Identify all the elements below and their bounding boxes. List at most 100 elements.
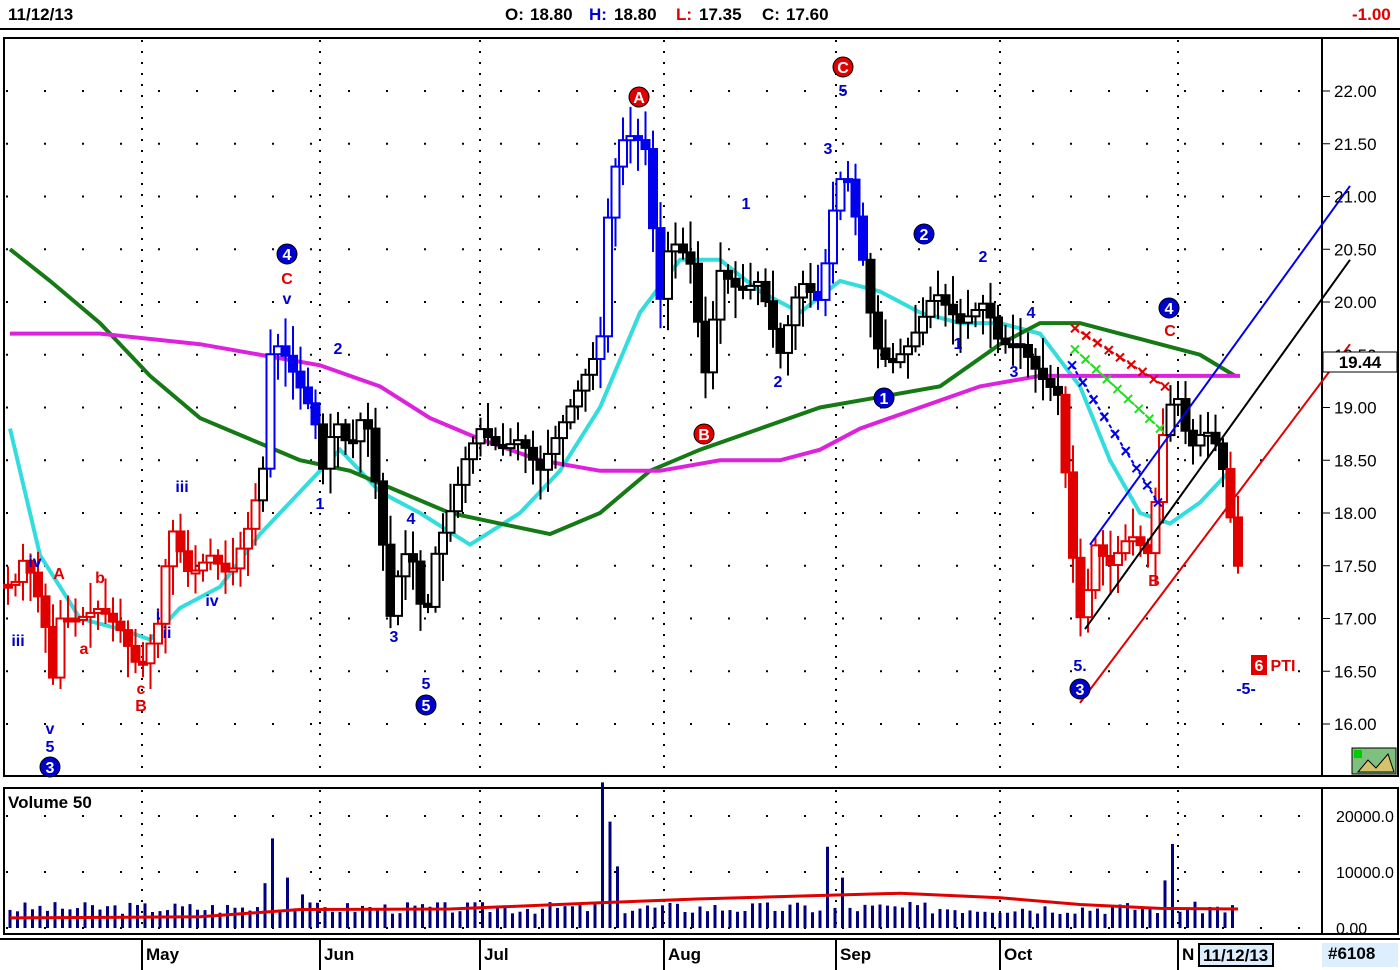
candle-body	[378, 480, 388, 546]
projection-marker	[1067, 360, 1077, 371]
wave-label: 3	[824, 141, 833, 158]
candle-body	[678, 243, 688, 254]
month-tick	[999, 940, 1001, 970]
candle-body	[760, 280, 771, 303]
candle-body	[1030, 355, 1041, 370]
candle-body	[438, 531, 448, 555]
candle-body	[1045, 378, 1056, 388]
month-tick	[663, 940, 665, 970]
candle-body	[310, 402, 321, 426]
month-label: N	[1182, 945, 1195, 964]
wave-label: 2	[334, 341, 343, 358]
candle-body	[288, 354, 298, 373]
candle-body	[33, 571, 43, 598]
candle-body	[235, 547, 246, 570]
candle-body	[993, 316, 1003, 340]
month-tick	[835, 940, 837, 970]
wave-label: 4	[407, 511, 416, 528]
candle-body	[490, 436, 501, 446]
candle-body	[295, 370, 306, 389]
projection-marker	[1099, 412, 1109, 422]
candle-body	[303, 386, 313, 405]
projection-marker	[1115, 352, 1125, 363]
candle-body	[1038, 367, 1048, 381]
projection-marker	[1144, 414, 1155, 424]
candle-body	[558, 421, 568, 440]
candle-body	[858, 215, 868, 261]
projection-marker	[1092, 338, 1103, 348]
wave-label: 1	[316, 496, 325, 513]
projection-marker	[1081, 330, 1091, 341]
candle-body	[183, 550, 193, 573]
month-label: Jul	[484, 945, 509, 964]
wave-label: v	[283, 291, 292, 308]
wave-label: 6	[1255, 658, 1264, 675]
projection-marker	[1080, 354, 1091, 365]
projection-marker	[1078, 377, 1088, 388]
candle-body	[820, 262, 831, 301]
candle-body	[1120, 540, 1131, 555]
candle-body	[108, 612, 118, 623]
projection-marker	[1134, 404, 1144, 414]
y-tick-label: 20.50	[1334, 240, 1377, 259]
current-date-box: 11/12/13	[1198, 943, 1274, 967]
volume-tick-label: 20000.0	[1336, 809, 1394, 826]
candle-body	[768, 300, 778, 330]
wave-label: b	[95, 570, 105, 587]
candle-body	[790, 296, 801, 327]
wave-label: 2	[774, 374, 783, 391]
wave-label: C	[281, 271, 293, 288]
projection-marker	[1112, 384, 1123, 394]
candle-body	[370, 427, 381, 483]
projection-marker	[1126, 359, 1136, 370]
candle-body	[468, 442, 478, 461]
candle-body	[265, 353, 276, 470]
wave-label: 1	[880, 391, 889, 408]
wave-label: i	[156, 607, 160, 624]
projection-marker	[1121, 446, 1131, 456]
candle-body	[573, 389, 583, 408]
wave-label: 4	[283, 247, 292, 264]
wave-label: 2	[920, 227, 929, 244]
wave-label: 5.	[1073, 658, 1086, 675]
candle-body	[250, 499, 261, 530]
candle-body	[880, 347, 891, 360]
projection-marker	[1070, 323, 1080, 334]
y-tick-label: 16.00	[1334, 715, 1377, 734]
wave-label: iv	[205, 593, 218, 610]
candle-body	[1060, 393, 1071, 474]
candle-body	[483, 428, 493, 439]
candle-body	[580, 373, 591, 392]
candle-body	[648, 148, 658, 230]
candle-body	[40, 595, 51, 628]
wave-label: 3	[390, 629, 399, 646]
wave-label: ii	[163, 625, 172, 642]
candle-body	[693, 262, 703, 323]
candle-body	[258, 467, 268, 502]
symbol-id-box: #6108	[1322, 943, 1398, 967]
candle-body	[948, 303, 958, 316]
wave-label: 5	[422, 698, 431, 715]
wave-label: v	[46, 721, 55, 738]
symbol-id: #6108	[1328, 944, 1376, 963]
candle-body	[910, 331, 921, 348]
candle-body	[520, 439, 531, 449]
candle-body	[940, 294, 951, 306]
y-tick-label: 18.50	[1334, 451, 1377, 470]
wave-label: A	[633, 90, 645, 107]
candle-body	[340, 423, 351, 442]
candle-body	[1083, 589, 1093, 619]
month-tick	[141, 940, 143, 970]
price-chart[interactable]: 3v5iiiivAabcBiiiiiiiv4Cv123455AB123C5122…	[0, 0, 1400, 970]
candle-body	[565, 405, 576, 424]
candle-body	[115, 620, 126, 632]
projection-marker	[1110, 429, 1120, 439]
candle-body	[723, 269, 733, 280]
candle-body	[640, 139, 651, 151]
y-tick-label: 16.50	[1334, 662, 1377, 681]
candle-body	[198, 561, 208, 572]
candle-body	[895, 353, 906, 364]
cyan_ma-line	[8, 257, 1232, 642]
trend-line-red	[1079, 343, 1351, 704]
chart-tools-icon[interactable]	[1351, 747, 1397, 775]
